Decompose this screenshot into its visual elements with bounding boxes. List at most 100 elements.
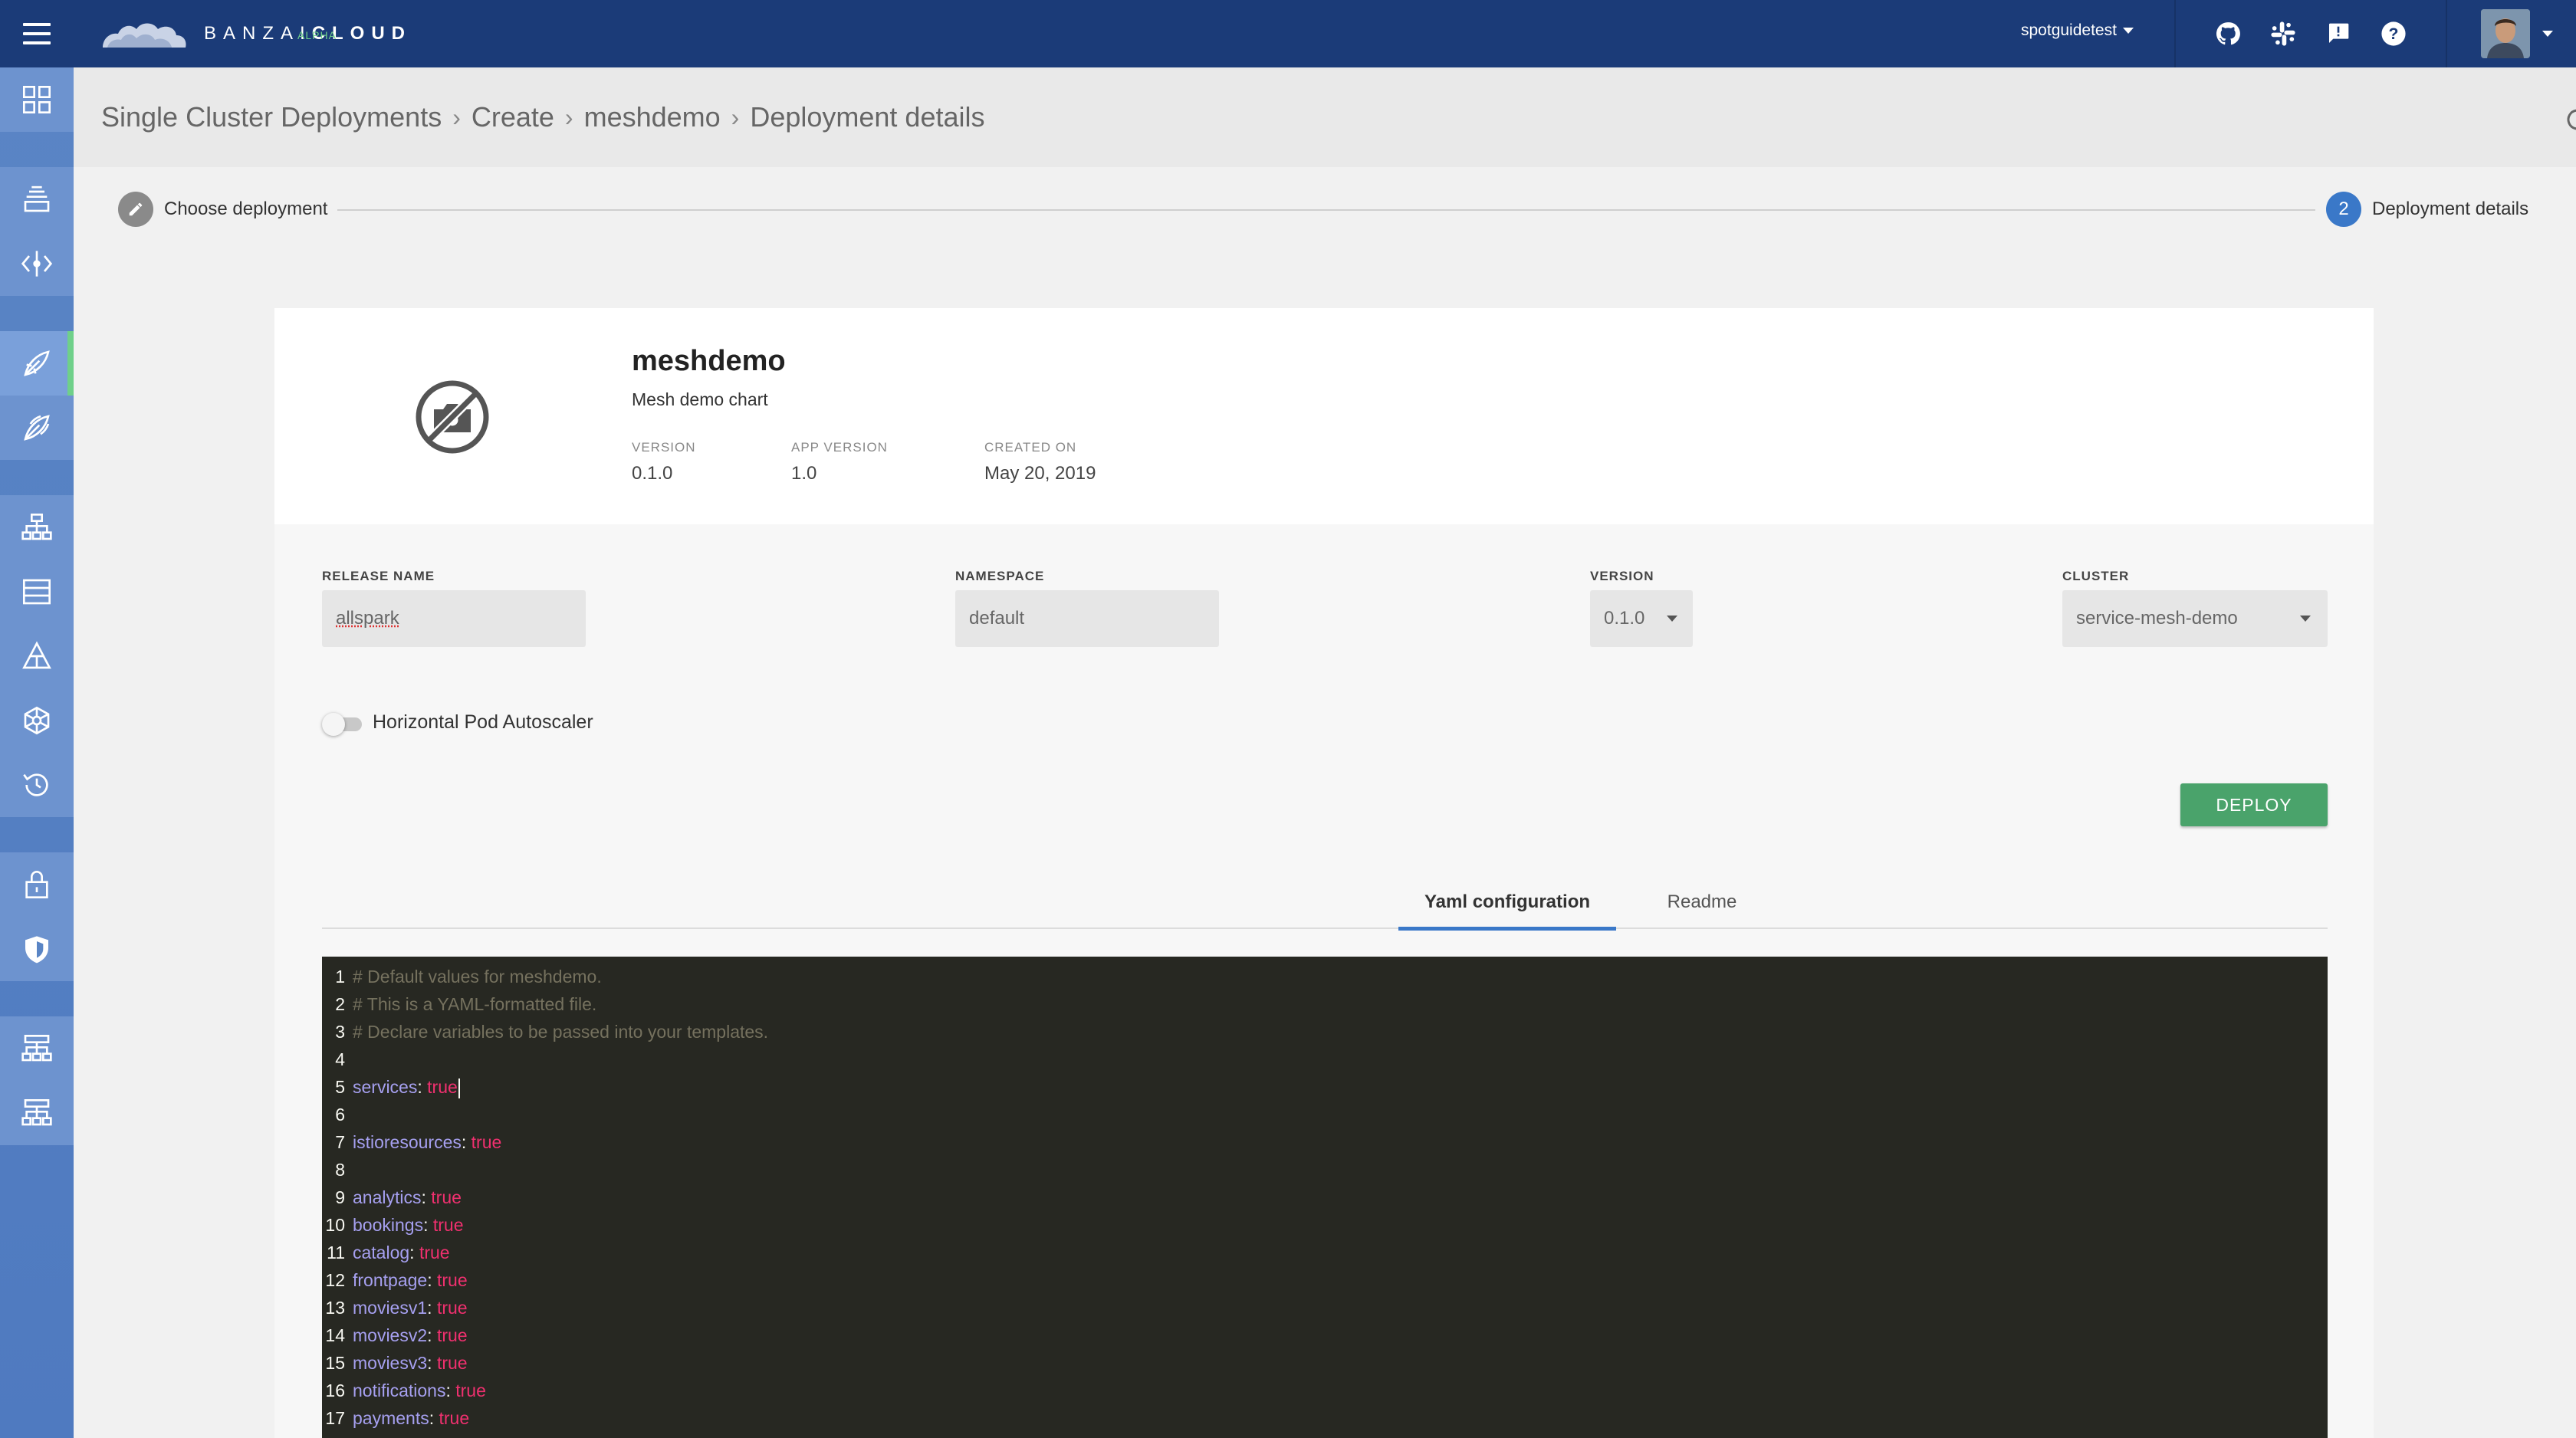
meta-label: APP VERSION [791, 440, 888, 455]
code-line: 8 [322, 1156, 2328, 1184]
sidebar-item-cluster-groups[interactable] [0, 1016, 74, 1081]
helm-icon [24, 706, 50, 735]
shield-icon [25, 936, 48, 964]
breadcrumb-item-chart[interactable]: meshdemo [584, 101, 721, 133]
hpa-toggle[interactable] [322, 713, 362, 736]
breadcrumb-separator: › [731, 103, 740, 131]
line-number: 1 [335, 967, 345, 987]
namespace-input[interactable]: default [955, 590, 1219, 647]
code-text: analytics: true [353, 1187, 462, 1207]
code-text: # This is a YAML-formatted file. [353, 990, 596, 1018]
namespace-value: default [969, 608, 1025, 629]
release-name-value: allspark [336, 608, 399, 629]
yaml-value: true [455, 1381, 486, 1400]
list-icon [23, 579, 51, 605]
line-number: 15 [325, 1353, 345, 1373]
hpa-label: Horizontal Pod Autoscaler [373, 711, 593, 733]
yaml-key: moviesv2 [353, 1325, 428, 1345]
sidebar-item-topology[interactable] [0, 495, 74, 560]
config-tabs: Yaml configuration Readme [322, 875, 2328, 931]
sidebar-item-multi-cluster-deployments[interactable] [0, 396, 74, 460]
code-comment: # This is a YAML-formatted file. [353, 994, 597, 1014]
line-number: 10 [325, 1215, 345, 1235]
yaml-key: catalog [353, 1243, 410, 1262]
version-select[interactable]: 0.1.0 [1590, 590, 1693, 647]
yaml-value: true [431, 1187, 462, 1207]
help-icon[interactable]: ? [2378, 18, 2409, 49]
version-label: VERSION [1590, 569, 1654, 583]
code-line: 14 moviesv2: true [322, 1321, 2328, 1349]
sidebar-item-security[interactable] [0, 917, 74, 981]
code-comment: # Default values for meshdemo. [353, 967, 602, 987]
breadcrumb-item-create[interactable]: Create [472, 101, 554, 133]
code-text: moviesv2: true [353, 1325, 468, 1345]
deployment-card: meshdemo Mesh demo chart VERSION 0.1.0 A… [274, 308, 2374, 1438]
yaml-editor[interactable]: 1 # Default values for meshdemo. 2 # This i… [322, 957, 2328, 1438]
yaml-key: moviesv1 [353, 1298, 428, 1318]
pencil-icon [118, 192, 153, 227]
yaml-key: analytics [353, 1187, 422, 1207]
sidebar-item-monitoring[interactable] [0, 624, 74, 688]
code-line: 16 notifications: true [322, 1377, 2328, 1404]
cluster-select[interactable]: service-mesh-demo [2062, 590, 2328, 647]
line-number: 14 [325, 1325, 345, 1345]
yaml-key: notifications [353, 1381, 446, 1400]
line-number: 5 [335, 1077, 345, 1097]
step-choose-deployment[interactable]: Choose deployment [118, 192, 327, 227]
deploy-button[interactable]: DEPLOY [2180, 783, 2328, 826]
sidebar-item-services[interactable] [0, 231, 74, 296]
line-number: 7 [335, 1132, 345, 1152]
refresh-icon[interactable] [2564, 106, 2576, 133]
feedback-icon[interactable] [2323, 18, 2354, 49]
code-text: catalog: true [353, 1243, 450, 1262]
sidebar-item-helm[interactable] [0, 688, 74, 753]
yaml-value: true [432, 1215, 464, 1235]
yaml-value: true [436, 1298, 468, 1318]
sidebar-item-clusters[interactable] [0, 167, 74, 231]
step-deployment-details[interactable]: 2 Deployment details [2326, 192, 2528, 227]
alpha-badge: ALPHA [297, 29, 337, 41]
code-line: 2 # This is a YAML-formatted file. [322, 990, 2328, 1018]
github-icon[interactable] [2213, 18, 2243, 49]
line-number: 2 [335, 994, 345, 1014]
sidebar-item-single-cluster-deployments[interactable] [0, 331, 74, 396]
menu-icon[interactable] [23, 23, 51, 44]
line-number: 8 [335, 1160, 345, 1180]
sidebar-item-storage[interactable] [0, 560, 74, 624]
no-image-camera-icon [416, 380, 489, 454]
banzai-cloud-logo[interactable]: BANZAICLOUD [100, 11, 412, 57]
code-line: 11 catalog: true [322, 1239, 2328, 1266]
yaml-value: true [427, 1077, 458, 1097]
chevron-down-icon[interactable] [2542, 31, 2553, 37]
chart-version: VERSION 0.1.0 [632, 440, 696, 484]
tab-yaml-configuration[interactable]: Yaml configuration [1398, 875, 1616, 931]
yaml-value: true [471, 1132, 502, 1152]
line-number: 17 [325, 1408, 345, 1428]
release-name-input[interactable]: allspark [322, 590, 586, 647]
code-line: 6 [322, 1101, 2328, 1128]
breadcrumb-item-single-cluster-deployments[interactable]: Single Cluster Deployments [101, 101, 442, 133]
breadcrumb: Single Cluster Deployments › Create › me… [101, 101, 985, 133]
cluster-value: service-mesh-demo [2076, 608, 2238, 629]
line-number: 6 [335, 1105, 345, 1124]
yaml-key: istioresources [353, 1132, 462, 1152]
sidebar-item-history[interactable] [0, 753, 74, 817]
code-text: moviesv3: true [353, 1353, 468, 1373]
tab-readme[interactable]: Readme [1648, 875, 1756, 929]
stepper: Choose deployment 2 Deployment details [115, 192, 2538, 228]
code-text: frontpage: true [353, 1270, 468, 1290]
grid-icon [23, 86, 51, 113]
sidebar-item-federation[interactable] [0, 1081, 74, 1145]
yaml-value: true [436, 1353, 468, 1373]
cloud-logo-icon [103, 23, 186, 48]
sidebar-item-dashboard[interactable] [0, 67, 74, 132]
pyramid-icon [22, 641, 51, 669]
account-name: spotguidetest [2021, 21, 2117, 39]
sidebar-item-secrets[interactable] [0, 852, 74, 917]
avatar[interactable] [2481, 9, 2530, 58]
code-line: 9 analytics: true [322, 1184, 2328, 1211]
account-dropdown[interactable]: spotguidetest [2021, 21, 2134, 40]
breadcrumb-bar: Single Cluster Deployments › Create › me… [74, 67, 2576, 167]
line-number: 9 [335, 1187, 345, 1207]
slack-icon[interactable] [2268, 18, 2298, 49]
